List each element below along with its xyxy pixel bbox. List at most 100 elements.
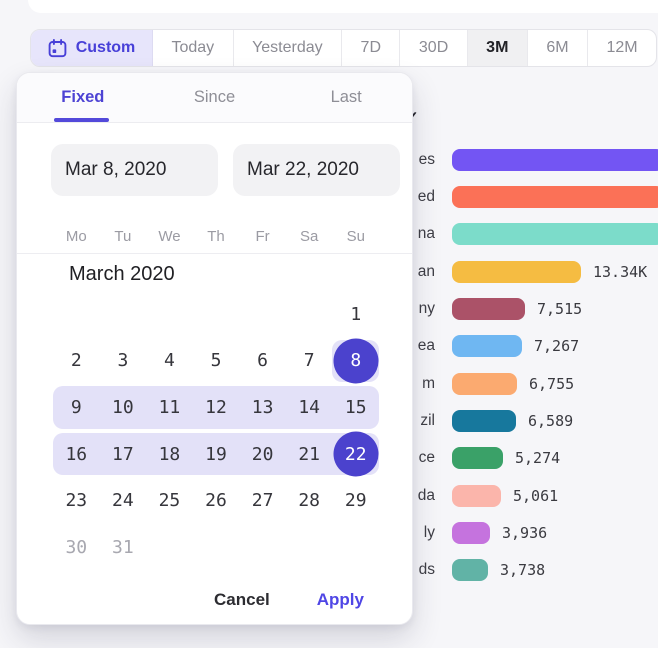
country-bar[interactable] [452,261,581,283]
weekday-label: Th [193,223,240,251]
country-value: 6,755 [529,373,574,395]
date-picker-popup: Fixed Since Last Mar 8, 2020 Mar 22, 202… [16,72,413,625]
day-number: 8 [350,350,361,371]
day-cell[interactable]: 14 [286,384,333,431]
tab-fixed[interactable]: Fixed [17,73,149,122]
custom-range-button[interactable]: Custom [31,30,153,66]
range-option-12m[interactable]: 12M [588,30,656,66]
day-number: 18 [159,444,181,465]
day-cell-empty [146,524,193,571]
day-number: 12 [205,397,227,418]
range-option-7d[interactable]: 7D [342,30,400,66]
day-cell[interactable]: 4 [146,338,193,385]
country-bar[interactable] [452,335,522,357]
day-cell[interactable]: 25 [146,477,193,524]
day-cell[interactable]: 9 [53,384,100,431]
day-number: 22 [345,444,367,465]
start-date-input[interactable]: Mar 8, 2020 [51,144,218,196]
calendar-icon [48,39,67,58]
day-cell[interactable]: 21 [286,431,333,478]
range-option-yesterday[interactable]: Yesterday [234,30,342,66]
day-cell[interactable]: 10 [100,384,147,431]
country-bar[interactable] [452,298,525,320]
active-tab-underline [54,118,109,123]
day-cell[interactable]: 19 [193,431,240,478]
day-cell[interactable]: 27 [239,477,286,524]
day-cell[interactable]: 16 [53,431,100,478]
day-cell[interactable]: 11 [146,384,193,431]
country-bar[interactable] [452,485,501,507]
day-cell[interactable]: 22 [332,431,379,478]
weekday-label: Mo [53,223,100,251]
day-number: 2 [71,350,82,371]
day-cell[interactable]: 5 [193,338,240,385]
day-number: 3 [117,350,128,371]
day-number: 5 [211,350,222,371]
tab-since[interactable]: Since [149,73,281,122]
month-title: March 2020 [69,263,175,286]
tab-last[interactable]: Last [280,73,412,122]
weekday-label: Fr [239,223,286,251]
day-cell[interactable]: 24 [100,477,147,524]
country-bar[interactable] [452,149,658,171]
country-bar[interactable] [452,186,658,208]
day-cell-empty [146,291,193,338]
range-option-6m[interactable]: 6M [528,30,588,66]
country-value: 7,515 [537,298,582,320]
apply-button[interactable]: Apply [317,590,364,610]
day-cell[interactable]: 13 [239,384,286,431]
country-bar[interactable] [452,373,517,395]
day-cell[interactable]: 28 [286,477,333,524]
day-cell[interactable]: 31 [100,524,147,571]
day-cell[interactable]: 20 [239,431,286,478]
cancel-button[interactable]: Cancel [214,590,270,610]
country-bar[interactable] [452,223,658,245]
day-cell[interactable]: 2 [53,338,100,385]
day-cell[interactable]: 15 [332,384,379,431]
day-number: 25 [159,490,181,511]
day-cell[interactable]: 6 [239,338,286,385]
end-date-input[interactable]: Mar 22, 2020 [233,144,400,196]
day-cell[interactable]: 7 [286,338,333,385]
day-number: 30 [65,537,87,558]
country-value: 5,061 [513,485,558,507]
date-range-selector: Custom TodayYesterday7D30D3M6M12M [30,29,657,67]
day-cell[interactable]: 30 [53,524,100,571]
range-option-today[interactable]: Today [153,30,234,66]
day-number: 27 [252,490,274,511]
country-value: 3,738 [500,559,545,581]
day-cell[interactable]: 26 [193,477,240,524]
day-number: 15 [345,397,367,418]
day-number: 31 [112,537,134,558]
country-bar[interactable] [452,410,516,432]
day-cell-empty [286,524,333,571]
day-cell[interactable]: 17 [100,431,147,478]
day-cell[interactable]: 29 [332,477,379,524]
day-number: 29 [345,490,367,511]
day-number: 21 [298,444,320,465]
day-number: 20 [252,444,274,465]
day-cell-empty [53,291,100,338]
day-number: 1 [350,304,361,325]
day-cell-empty [193,291,240,338]
country-bar[interactable] [452,447,503,469]
day-cell[interactable]: 8 [332,338,379,385]
weekday-label: Sa [286,223,333,251]
day-cell[interactable]: 1 [332,291,379,338]
weekday-label: Tu [100,223,147,251]
day-number: 11 [159,397,181,418]
calendar-week-row: 9101112131415 [53,384,379,431]
weekday-label: We [146,223,193,251]
day-cell[interactable]: 12 [193,384,240,431]
day-cell[interactable]: 23 [53,477,100,524]
day-cell[interactable]: 18 [146,431,193,478]
day-number: 6 [257,350,268,371]
day-cell[interactable]: 3 [100,338,147,385]
country-bar[interactable] [452,559,488,581]
calendar-week-row: 2 345 678 [53,338,379,385]
country-bar[interactable] [452,522,490,544]
range-option-30d[interactable]: 30D [400,30,467,66]
day-number: 26 [205,490,227,511]
day-cell-empty [239,524,286,571]
range-option-3m[interactable]: 3M [468,30,528,66]
